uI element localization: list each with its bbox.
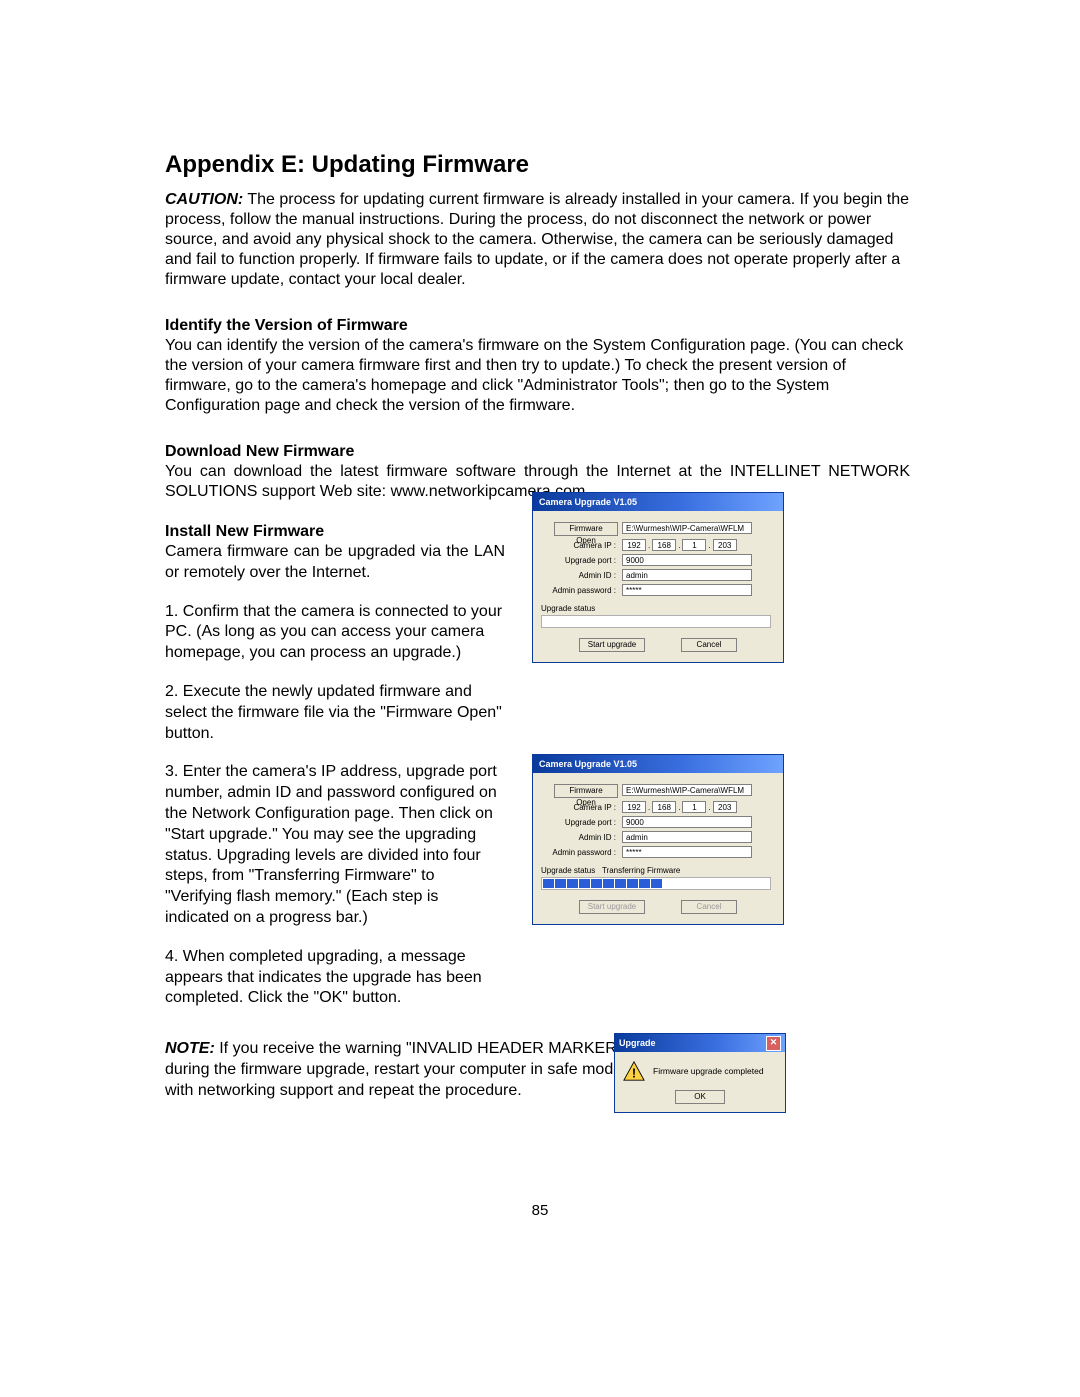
ip-octet-3[interactable] — [682, 539, 706, 551]
note-paragraph: NOTE: If you receive the warning "INVALI… — [165, 1039, 625, 1101]
caution-text: The process for updating current firmwar… — [165, 191, 909, 288]
install-step-1: 1. Confirm that the camera is connected … — [165, 602, 505, 664]
upgrade-complete-popup: Upgrade ✕ ! Firmware upgrade completed O… — [614, 1033, 786, 1113]
page-number: 85 — [0, 1202, 1080, 1219]
admin-id-label: Admin ID : — [541, 571, 622, 580]
admin-id-field[interactable] — [622, 569, 752, 581]
install-step-2: 2. Execute the newly updated firmware an… — [165, 682, 505, 744]
admin-id-field[interactable] — [622, 831, 752, 843]
upgrade-port-field[interactable] — [622, 554, 752, 566]
install-step-3: 3. Enter the camera's IP address, upgrad… — [165, 762, 505, 928]
upgrade-status-label: Upgrade status Transferring Firmware — [541, 866, 775, 875]
dialog-body: Firmware Open Camera IP : . . . Upgrade … — [533, 511, 783, 662]
admin-password-field[interactable] — [622, 584, 752, 596]
install-left-column: Camera firmware can be upgraded via the … — [165, 542, 505, 1009]
dialog-body: Firmware Open Camera IP : . . . Upgrade … — [533, 773, 783, 924]
caution-paragraph: CAUTION: The process for updating curren… — [165, 190, 910, 290]
upgrade-port-label: Upgrade port : — [541, 818, 622, 827]
close-icon[interactable]: ✕ — [766, 1036, 781, 1051]
ip-octet-3[interactable] — [682, 801, 706, 813]
upgrade-port-field[interactable] — [622, 816, 752, 828]
camera-ip-field: . . . — [622, 801, 737, 813]
firmware-path-field[interactable] — [622, 522, 752, 534]
ip-octet-1[interactable] — [622, 539, 646, 551]
note-label: NOTE: — [165, 1040, 215, 1057]
start-upgrade-button[interactable]: Start upgrade — [579, 638, 645, 652]
ok-button[interactable]: OK — [675, 1090, 725, 1104]
popup-message: Firmware upgrade completed — [653, 1066, 764, 1076]
upgrade-status-label: Upgrade status — [541, 604, 775, 613]
dialog-titlebar: Camera Upgrade V1.05 — [533, 755, 783, 773]
admin-password-field[interactable] — [622, 846, 752, 858]
note-text: If you receive the warning "INVALID HEAD… — [165, 1040, 622, 1099]
admin-password-label: Admin password : — [541, 586, 622, 595]
ip-octet-1[interactable] — [622, 801, 646, 813]
camera-ip-label: Camera IP : — [541, 541, 622, 550]
camera-ip-field: . . . — [622, 539, 737, 551]
progress-bar-partial — [541, 877, 771, 890]
firmware-open-button[interactable]: Firmware Open — [554, 522, 618, 536]
popup-title: Upgrade — [619, 1038, 656, 1048]
firmware-path-field[interactable] — [622, 784, 752, 796]
dialog-titlebar: Camera Upgrade V1.05 — [533, 493, 783, 511]
camera-upgrade-dialog-progress: Camera Upgrade V1.05 Firmware Open Camer… — [532, 754, 784, 925]
upgrade-status-text: Transferring Firmware — [602, 866, 680, 875]
caution-label: CAUTION: — [165, 191, 243, 208]
start-upgrade-button-disabled: Start upgrade — [579, 900, 645, 914]
upgrade-port-label: Upgrade port : — [541, 556, 622, 565]
identify-heading: Identify the Version of Firmware — [165, 316, 910, 336]
page-title: Appendix E: Updating Firmware — [165, 150, 910, 180]
cancel-button[interactable]: Cancel — [681, 638, 737, 652]
ip-octet-2[interactable] — [652, 801, 676, 813]
camera-upgrade-dialog-idle: Camera Upgrade V1.05 Firmware Open Camer… — [532, 492, 784, 663]
dialog-title: Camera Upgrade V1.05 — [539, 497, 637, 507]
progress-bar-empty — [541, 615, 771, 628]
admin-id-label: Admin ID : — [541, 833, 622, 842]
install-step-4: 4. When completed upgrading, a message a… — [165, 947, 505, 1009]
warning-icon: ! — [623, 1060, 645, 1082]
ip-octet-4[interactable] — [713, 801, 737, 813]
identify-text: You can identify the version of the came… — [165, 336, 910, 416]
cancel-button-disabled: Cancel — [681, 900, 737, 914]
section-identify: Identify the Version of Firmware You can… — [165, 316, 910, 416]
document-page: Appendix E: Updating Firmware CAUTION: T… — [0, 0, 1080, 1397]
ip-octet-4[interactable] — [713, 539, 737, 551]
firmware-open-button[interactable]: Firmware Open — [554, 784, 618, 798]
svg-text:!: ! — [632, 1065, 636, 1080]
ip-octet-2[interactable] — [652, 539, 676, 551]
popup-titlebar: Upgrade ✕ — [615, 1034, 785, 1052]
install-intro: Camera firmware can be upgraded via the … — [165, 542, 505, 584]
camera-ip-label: Camera IP : — [541, 803, 622, 812]
download-heading: Download New Firmware — [165, 442, 910, 462]
admin-password-label: Admin password : — [541, 848, 622, 857]
dialog-title: Camera Upgrade V1.05 — [539, 759, 637, 769]
